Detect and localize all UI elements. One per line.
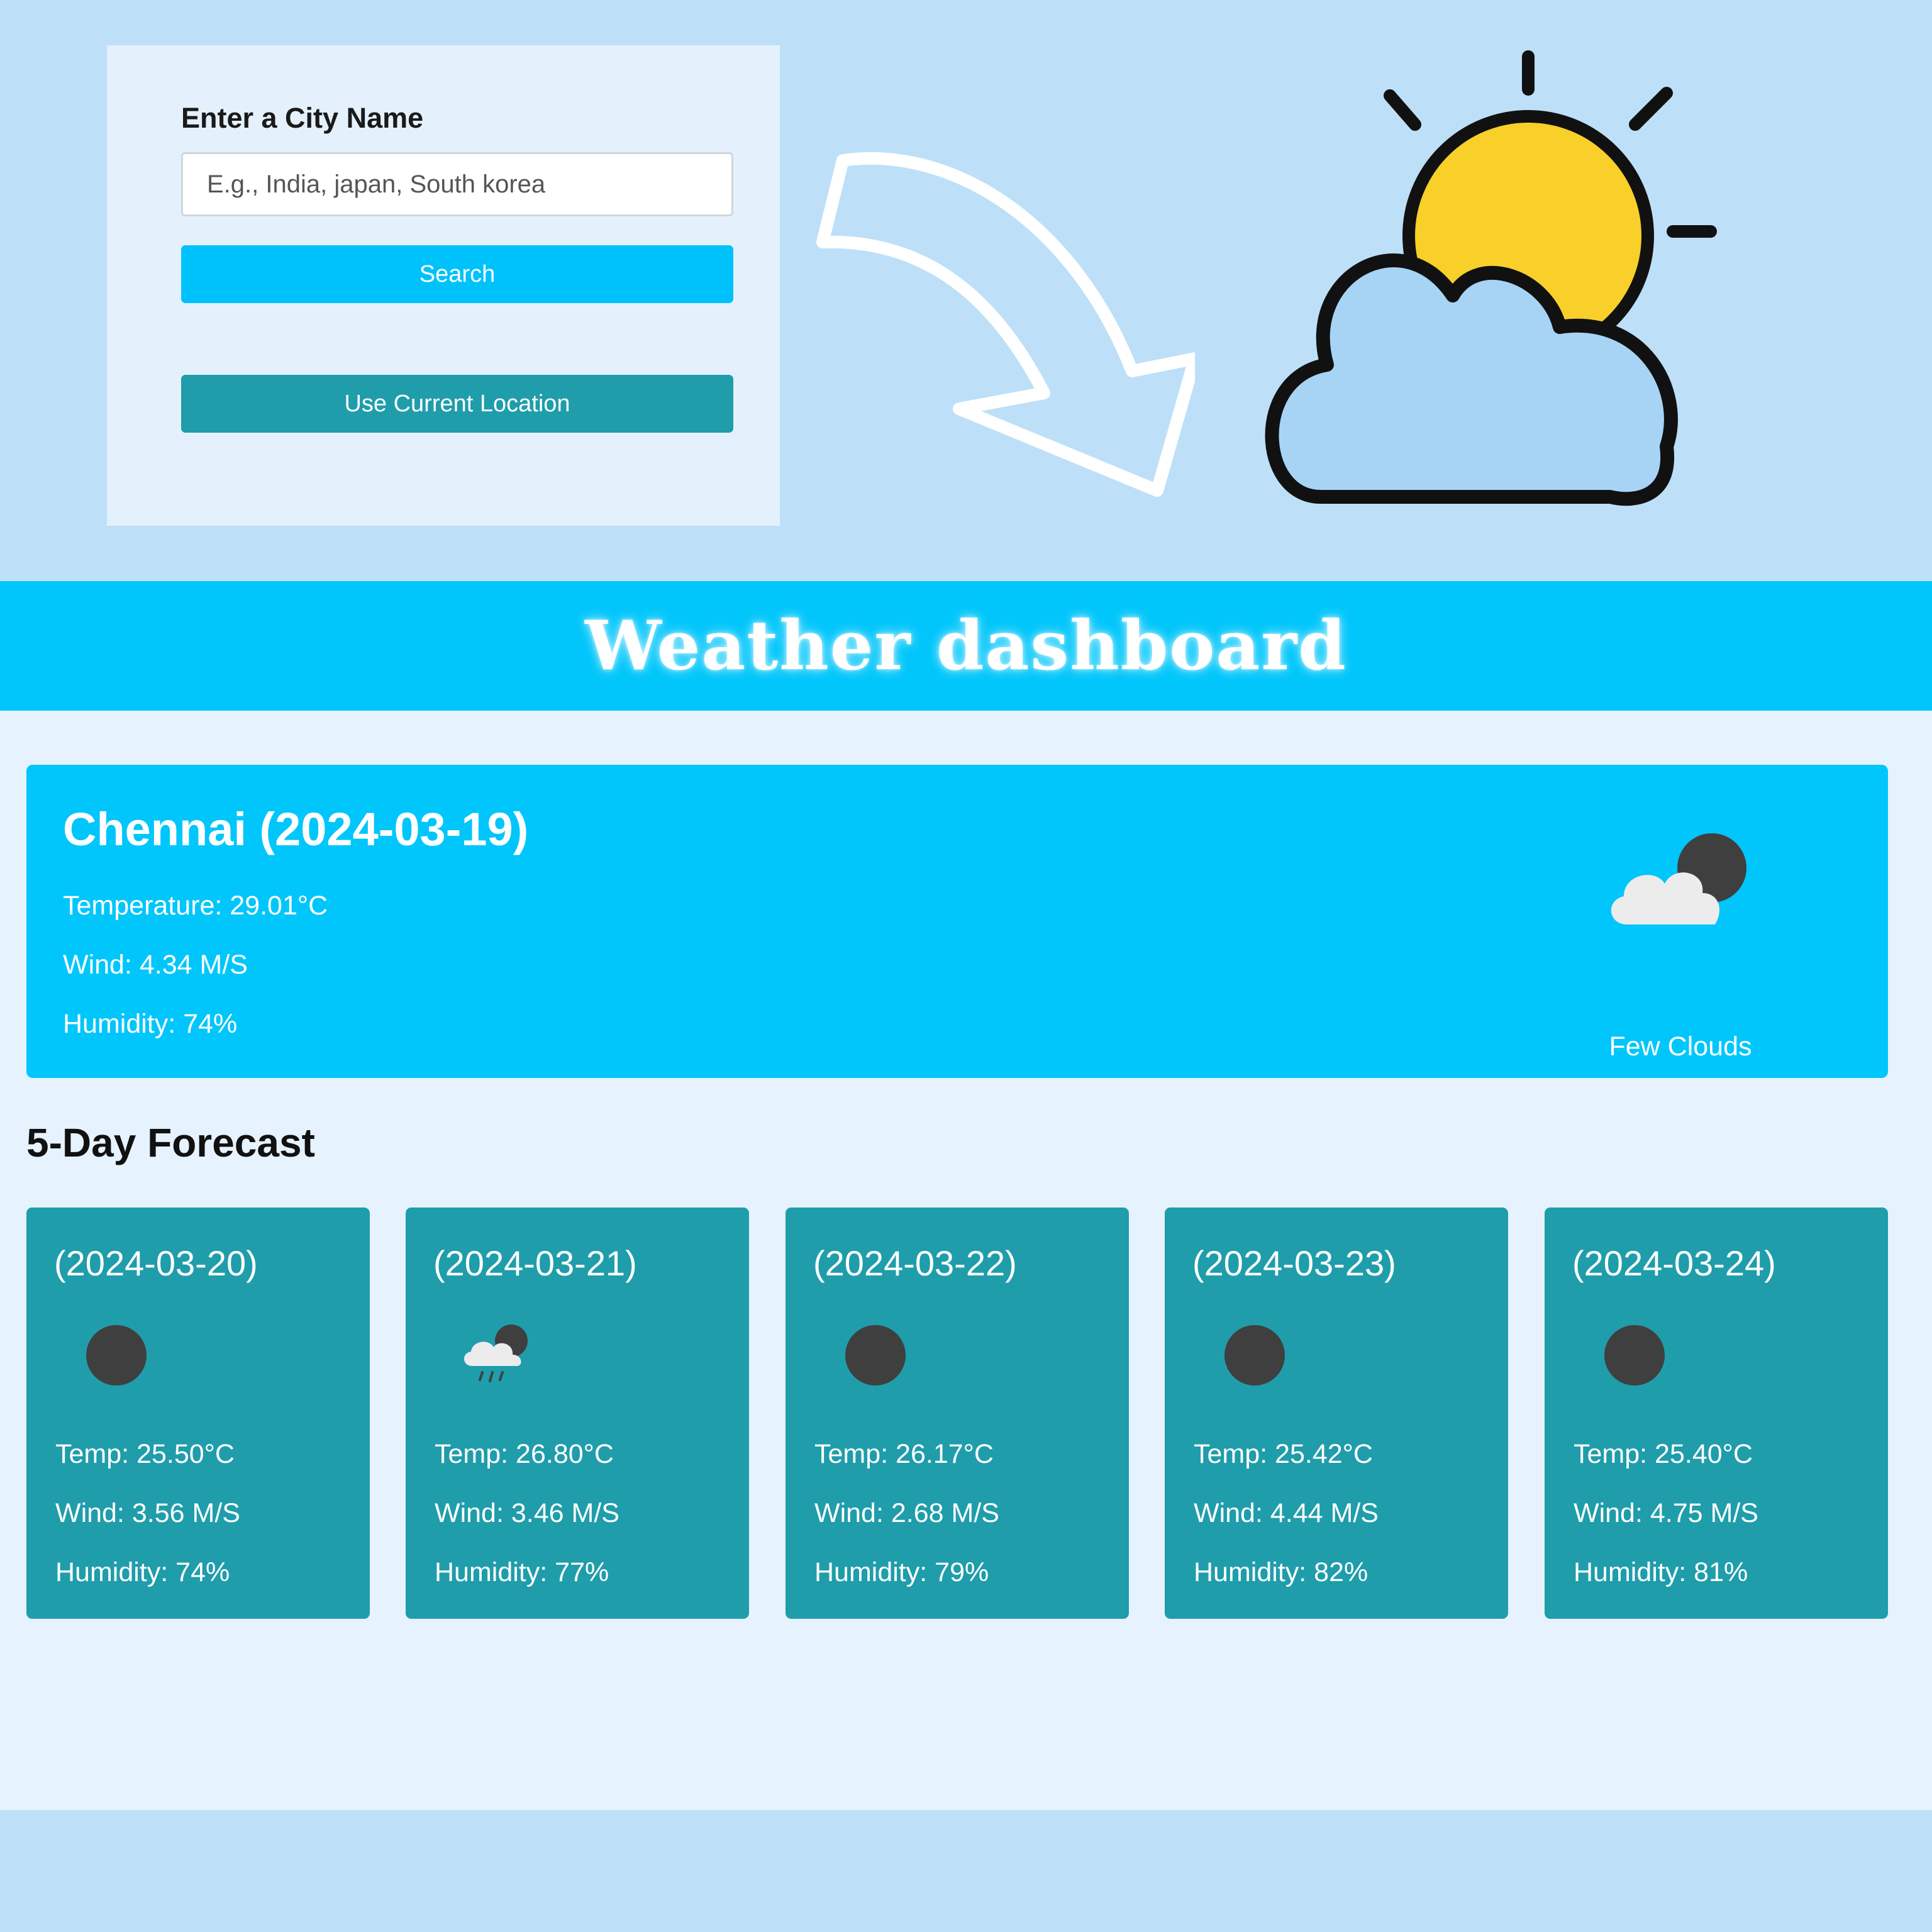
forecast-card: (2024-03-21) Temp: 26.80°C Wind: 3.46 M/… bbox=[406, 1208, 749, 1619]
current-wind: Wind: 4.34 M/S bbox=[63, 950, 248, 980]
current-city-date: Chennai (2024-03-19) bbox=[63, 803, 529, 855]
forecast-date: (2024-03-21) bbox=[433, 1243, 637, 1283]
use-current-location-button[interactable]: Use Current Location bbox=[181, 375, 733, 433]
forecast-humidity: Humidity: 79% bbox=[814, 1557, 989, 1587]
forecast-wind: Wind: 3.46 M/S bbox=[435, 1498, 619, 1528]
page-title: Weather dashboard bbox=[585, 606, 1347, 686]
clear-night-icon bbox=[1224, 1325, 1285, 1385]
forecast-temp: Temp: 25.42°C bbox=[1194, 1439, 1373, 1469]
current-humidity: Humidity: 74% bbox=[63, 1009, 238, 1039]
forecast-humidity: Humidity: 77% bbox=[435, 1557, 609, 1587]
rain-night-icon bbox=[464, 1324, 528, 1382]
dashboard-area: Chennai (2024-03-19) Temperature: 29.01°… bbox=[0, 711, 1932, 1810]
forecast-card: (2024-03-24) Temp: 25.40°C Wind: 4.75 M/… bbox=[1545, 1208, 1888, 1619]
forecast-row: (2024-03-20) Temp: 25.50°C Wind: 3.56 M/… bbox=[26, 1208, 1888, 1619]
current-temperature: Temperature: 29.01°C bbox=[63, 891, 328, 921]
clear-night-icon bbox=[845, 1325, 906, 1385]
forecast-wind: Wind: 3.56 M/S bbox=[55, 1498, 240, 1528]
sun-behind-cloud-icon bbox=[1265, 50, 1717, 506]
forecast-wind: Wind: 4.75 M/S bbox=[1574, 1498, 1758, 1528]
forecast-date: (2024-03-23) bbox=[1192, 1243, 1396, 1283]
forecast-card: (2024-03-22) Temp: 26.17°C Wind: 2.68 M/… bbox=[786, 1208, 1129, 1619]
forecast-date: (2024-03-22) bbox=[813, 1243, 1017, 1283]
forecast-temp: Temp: 25.50°C bbox=[55, 1439, 235, 1469]
forecast-date: (2024-03-20) bbox=[54, 1243, 258, 1283]
current-description: Few Clouds bbox=[1609, 1031, 1752, 1062]
forecast-wind: Wind: 2.68 M/S bbox=[814, 1498, 999, 1528]
search-card: Enter a City Name Search or Use Current … bbox=[107, 45, 780, 526]
forecast-humidity: Humidity: 82% bbox=[1194, 1557, 1368, 1587]
few-clouds-night-icon bbox=[1611, 833, 1746, 924]
forecast-humidity: Humidity: 74% bbox=[55, 1557, 230, 1587]
forecast-date: (2024-03-24) bbox=[1572, 1243, 1776, 1283]
forecast-card: (2024-03-20) Temp: 25.50°C Wind: 3.56 M/… bbox=[26, 1208, 370, 1619]
clear-night-icon bbox=[86, 1325, 147, 1385]
current-weather-card: Chennai (2024-03-19) Temperature: 29.01°… bbox=[26, 765, 1888, 1078]
city-search-input[interactable] bbox=[181, 152, 733, 216]
forecast-card: (2024-03-23) Temp: 25.42°C Wind: 4.44 M/… bbox=[1165, 1208, 1508, 1619]
forecast-wind: Wind: 4.44 M/S bbox=[1194, 1498, 1379, 1528]
clear-night-icon bbox=[1604, 1325, 1665, 1385]
forecast-title: 5-Day Forecast bbox=[26, 1120, 315, 1165]
search-button[interactable]: Search bbox=[181, 245, 733, 303]
header-band: Weather dashboard bbox=[0, 581, 1932, 711]
forecast-temp: Temp: 26.17°C bbox=[814, 1439, 994, 1469]
forecast-humidity: Humidity: 81% bbox=[1574, 1557, 1748, 1587]
forecast-temp: Temp: 26.80°C bbox=[435, 1439, 614, 1469]
forecast-temp: Temp: 25.40°C bbox=[1574, 1439, 1753, 1469]
curved-arrow-icon bbox=[816, 152, 1195, 497]
city-input-label: Enter a City Name bbox=[181, 102, 424, 134]
